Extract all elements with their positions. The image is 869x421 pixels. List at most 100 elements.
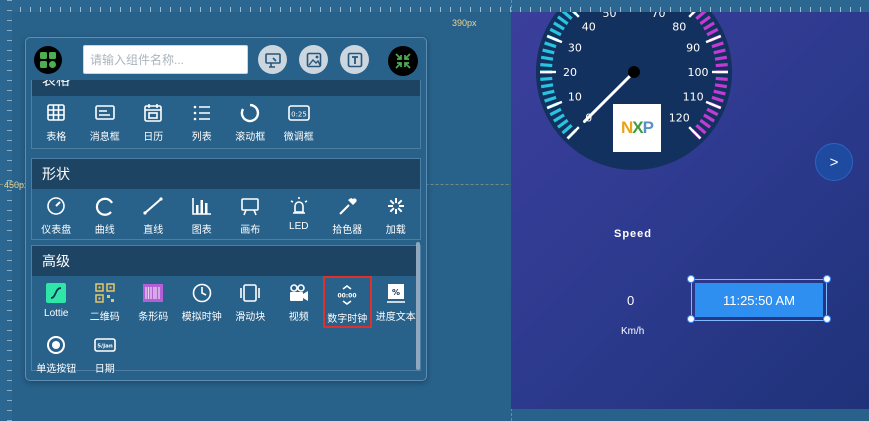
component-item[interactable]: 视频	[275, 276, 324, 328]
section-items: 表格 消息框 日历 列表 滚动框 0:25 微调框	[32, 96, 420, 148]
gauge-tick-label: 70	[651, 12, 665, 20]
ruler-x-label: 390px	[452, 18, 477, 28]
component-item[interactable]: 日历	[129, 96, 178, 148]
design-canvas[interactable]: 0 10 20 3040 50 60 70 8090 100 110 120 NXP > Speed…	[511, 12, 869, 409]
gauge-tick	[715, 63, 728, 68]
led-icon	[287, 195, 311, 217]
component-item[interactable]: LED	[275, 189, 324, 241]
shrink-icon	[395, 53, 411, 69]
component-item[interactable]: 5/Jan 日期	[81, 328, 130, 374]
arc-icon	[93, 195, 117, 217]
component-item[interactable]: 二维码	[81, 276, 130, 328]
panel-toolbar	[26, 38, 426, 80]
app-logo-icon[interactable]	[34, 46, 62, 74]
gauge-icon	[44, 195, 68, 217]
section-title: 形状	[32, 159, 420, 189]
gauge-tick-label: 60	[627, 12, 641, 15]
horizontal-ruler	[0, 0, 869, 12]
component-search-input[interactable]	[83, 45, 248, 74]
component-item[interactable]: 单选按钮	[32, 328, 81, 374]
component-item[interactable]: 00:00 数字时钟	[323, 276, 372, 328]
section-title: 高级	[32, 246, 420, 276]
speed-value[interactable]: 0	[627, 293, 634, 308]
component-item[interactable]: 滚动框	[226, 96, 275, 148]
gauge-tick	[715, 76, 728, 81]
section-items: Lottie 二维码 条形码 模拟时钟 滑动块 视频 00:00 数字时钟 % 进度文本单选按钮 5…	[32, 276, 420, 374]
logo-letter-x: X	[632, 118, 643, 137]
video-icon	[287, 282, 311, 304]
gauge-tick-label: 40	[582, 21, 596, 34]
widget-icon	[264, 52, 281, 68]
component-item[interactable]: 图表	[178, 189, 227, 241]
canvas-icon	[238, 195, 262, 217]
component-label: 画布	[240, 225, 261, 236]
vertical-ruler	[0, 0, 12, 421]
text-icon	[347, 52, 362, 67]
component-label: 滚动框	[235, 132, 266, 143]
component-item[interactable]: 加载	[372, 189, 421, 241]
svg-text:00:00: 00:00	[338, 293, 357, 300]
resize-handle-bottom-left[interactable]	[687, 315, 695, 323]
section-advanced: 高级 Lottie 二维码 条形码 模拟时钟 滑动块 视频 00:00 数字时钟 % 进度文本单选…	[31, 245, 421, 374]
resize-handle-bottom-right[interactable]	[823, 315, 831, 323]
digital-clock-widget[interactable]: 11:25:50 AM	[691, 279, 827, 321]
component-label: 条形码	[138, 312, 169, 323]
gauge-tick-label: 90	[686, 42, 700, 55]
gauge-tick-label: 50	[603, 12, 617, 20]
speed-label[interactable]: Speed	[614, 228, 652, 240]
component-item[interactable]: 表格	[32, 96, 81, 148]
gauge-tick	[714, 55, 728, 61]
component-item[interactable]: 列表	[178, 96, 227, 148]
speed-unit-label[interactable]: Km/h	[621, 326, 644, 337]
component-item[interactable]: 模拟时钟	[178, 276, 227, 328]
section-items: 仪表盘 曲线 直线 图表 画布 LED 拾色器 加载	[32, 189, 420, 241]
next-button[interactable]: >	[815, 143, 853, 181]
gauge-tick-label: 80	[672, 21, 686, 34]
component-item[interactable]: 曲线	[81, 189, 130, 241]
list-icon	[190, 102, 214, 124]
gauge-hub	[628, 66, 640, 78]
chart-icon	[190, 195, 214, 217]
svg-text:0:25: 0:25	[291, 111, 307, 119]
component-label: 拾色器	[332, 225, 363, 236]
section-title: 表格	[32, 80, 420, 96]
component-item[interactable]: % 进度文本	[372, 276, 421, 328]
nxp-logo[interactable]: NXP	[613, 104, 661, 152]
component-item[interactable]: 0:25 微调框	[275, 96, 324, 148]
digital-clock-display[interactable]: 11:25:50 AM	[695, 283, 823, 317]
svg-text:%: %	[392, 288, 400, 297]
component-item[interactable]: 画布	[226, 189, 275, 241]
resize-handle-top-right[interactable]	[823, 275, 831, 283]
component-item[interactable]: 仪表盘	[32, 189, 81, 241]
resize-handle-top-left[interactable]	[687, 275, 695, 283]
panel-scrollbar[interactable]	[416, 242, 420, 370]
component-item[interactable]: Lottie	[32, 276, 81, 328]
component-item[interactable]: 拾色器	[323, 189, 372, 241]
component-item[interactable]: 条形码	[129, 276, 178, 328]
lottie-icon	[44, 282, 68, 304]
slider-block-icon	[238, 282, 262, 304]
component-list[interactable]: 表格 表格 消息框 日历 列表 滚动框 0:25 微调框 形状 仪表盘 曲线 直线 图表 画布 LED…	[31, 80, 421, 374]
component-label: 消息框	[89, 132, 120, 143]
progress-text-icon: %	[384, 282, 408, 304]
component-item[interactable]: 消息框	[81, 96, 130, 148]
component-label: 图表	[191, 225, 212, 236]
barcode-icon	[141, 282, 165, 304]
gauge-tick-label: 120	[669, 111, 690, 124]
gauge-tick	[714, 83, 728, 89]
collapse-panel-button[interactable]	[388, 46, 418, 76]
line-icon	[141, 195, 165, 217]
component-label: Lottie	[44, 308, 69, 319]
component-label: 日历	[143, 132, 164, 143]
component-label: 数字时钟	[327, 314, 368, 325]
component-item[interactable]: 滑动块	[226, 276, 275, 328]
image-tool-button[interactable]	[299, 45, 328, 74]
component-label: 滑动块	[235, 312, 266, 323]
component-item[interactable]: 直线	[129, 189, 178, 241]
spinbox-icon: 0:25	[287, 102, 311, 124]
text-tool-button[interactable]	[340, 45, 369, 74]
table-icon	[44, 102, 68, 124]
component-tool-button[interactable]	[258, 45, 287, 74]
component-label: 视频	[288, 312, 309, 323]
qrcode-icon	[93, 282, 117, 304]
